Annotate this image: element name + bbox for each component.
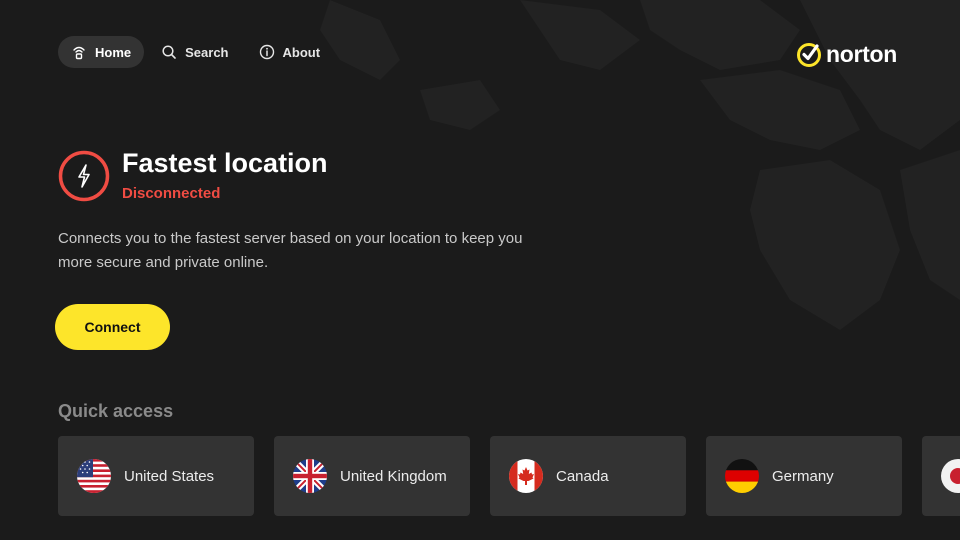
quick-access-card-united-kingdom[interactable]: United Kingdom <box>274 436 470 516</box>
quick-access-card-canada[interactable]: Canada <box>490 436 686 516</box>
page-title: Fastest location <box>122 148 328 178</box>
japan-flag-icon <box>941 459 960 493</box>
quick-access-label: Germany <box>772 467 834 485</box>
nav-about-label: About <box>282 44 321 60</box>
quick-access-card-united-states[interactable]: United States <box>58 436 254 516</box>
nav-search[interactable]: Search <box>148 36 241 68</box>
quick-access-label: United Kingdom <box>340 467 447 485</box>
lightning-icon <box>58 150 110 202</box>
connection-status: Disconnected <box>122 185 221 202</box>
hero-description: Connects you to the fastest server based… <box>58 230 523 271</box>
nav-home[interactable]: Home <box>58 36 145 68</box>
quick-access-label: United States <box>124 467 215 485</box>
home-icon <box>73 46 85 60</box>
norton-logo: norton <box>796 40 897 68</box>
quick-access-title: Quick access <box>58 401 174 421</box>
connect-button[interactable]: Connect <box>55 304 170 350</box>
quick-access-card-germany[interactable]: Germany <box>706 436 902 516</box>
uk-flag-icon <box>293 459 327 493</box>
us-flag-icon <box>77 459 111 493</box>
quick-access-list: United States United Kingdom Canada Germ… <box>58 436 960 516</box>
germany-flag-icon <box>725 459 759 493</box>
nav-about[interactable]: About <box>246 36 334 68</box>
norton-checkmark-icon <box>797 43 821 67</box>
info-icon <box>259 44 274 60</box>
brand-name: norton <box>826 40 898 67</box>
quick-access-label: Canada <box>556 467 609 485</box>
quick-access-card-japan[interactable] <box>922 436 960 516</box>
canada-flag-icon <box>509 459 543 493</box>
nav-home-label: Home <box>95 44 132 60</box>
search-icon <box>162 45 176 59</box>
nav-search-label: Search <box>185 44 229 60</box>
top-nav: Home Search About <box>58 36 333 68</box>
